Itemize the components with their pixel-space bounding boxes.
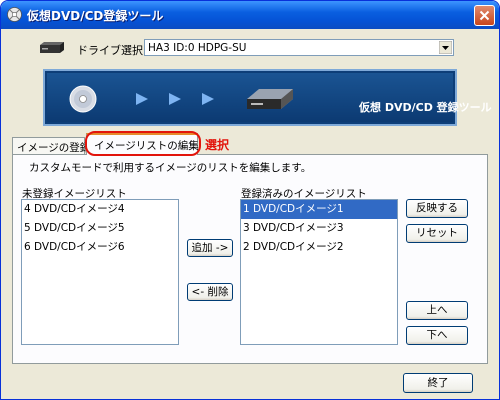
select-annotation: 選択 bbox=[205, 138, 230, 152]
list-item[interactable]: 6 DVD/CDイメージ6 bbox=[22, 238, 178, 257]
close-button[interactable] bbox=[474, 5, 495, 26]
play-arrow-icon bbox=[202, 93, 214, 105]
drive-select-label: ドライブ選択： bbox=[77, 44, 154, 57]
tab-register-image[interactable]: イメージの登録 bbox=[12, 137, 90, 155]
drive-select[interactable]: HA3 ID:0 HDPG-SU bbox=[144, 39, 454, 56]
title-bar[interactable]: 仮想DVD/CD登録ツール bbox=[1, 1, 499, 29]
remove-button[interactable]: <- 削除 bbox=[187, 283, 233, 301]
add-button[interactable]: 追加 -> bbox=[187, 239, 233, 257]
window-title: 仮想DVD/CD登録ツール bbox=[27, 9, 164, 23]
move-down-button[interactable]: 下へ bbox=[406, 326, 468, 345]
close-icon bbox=[479, 10, 490, 21]
banner: 仮想 DVD/CD 登録ツール bbox=[43, 69, 492, 126]
panel-description: カスタムモードで利用するイメージのリストを編集します。 bbox=[29, 162, 312, 174]
chevron-down-icon[interactable] bbox=[439, 41, 452, 54]
drive-icon bbox=[40, 42, 64, 53]
move-up-button[interactable]: 上へ bbox=[406, 301, 468, 320]
disc-icon bbox=[69, 85, 97, 113]
registered-list[interactable]: 1 DVD/CDイメージ1 3 DVD/CDイメージ3 2 DVD/CDイメージ… bbox=[240, 199, 398, 345]
drive-select-value: HA3 ID:0 HDPG-SU bbox=[148, 42, 247, 54]
list-item[interactable]: 2 DVD/CDイメージ2 bbox=[241, 238, 397, 257]
reset-button[interactable]: リセット bbox=[406, 224, 468, 243]
list-item[interactable]: 5 DVD/CDイメージ5 bbox=[22, 219, 178, 238]
banner-title: 仮想 DVD/CD 登録ツール bbox=[359, 101, 492, 114]
app-disc-icon bbox=[7, 7, 22, 22]
list-item[interactable]: 3 DVD/CDイメージ3 bbox=[241, 219, 397, 238]
tab-highlight-ring bbox=[85, 131, 201, 156]
list-item[interactable]: 4 DVD/CDイメージ4 bbox=[22, 200, 178, 219]
play-arrow-icon bbox=[136, 93, 148, 105]
hard-drive-icon bbox=[247, 89, 293, 109]
main-window: 仮想DVD/CD登録ツール ドライブ選択： HA3 ID:0 HDPG-SU 仮… bbox=[0, 0, 500, 400]
play-arrow-icon bbox=[169, 93, 181, 105]
unregistered-list[interactable]: 4 DVD/CDイメージ4 5 DVD/CDイメージ5 6 DVD/CDイメージ… bbox=[21, 199, 179, 345]
list-item-selected[interactable]: 1 DVD/CDイメージ1 bbox=[241, 200, 397, 219]
exit-button[interactable]: 終了 bbox=[403, 373, 473, 393]
apply-button[interactable]: 反映する bbox=[406, 199, 468, 218]
